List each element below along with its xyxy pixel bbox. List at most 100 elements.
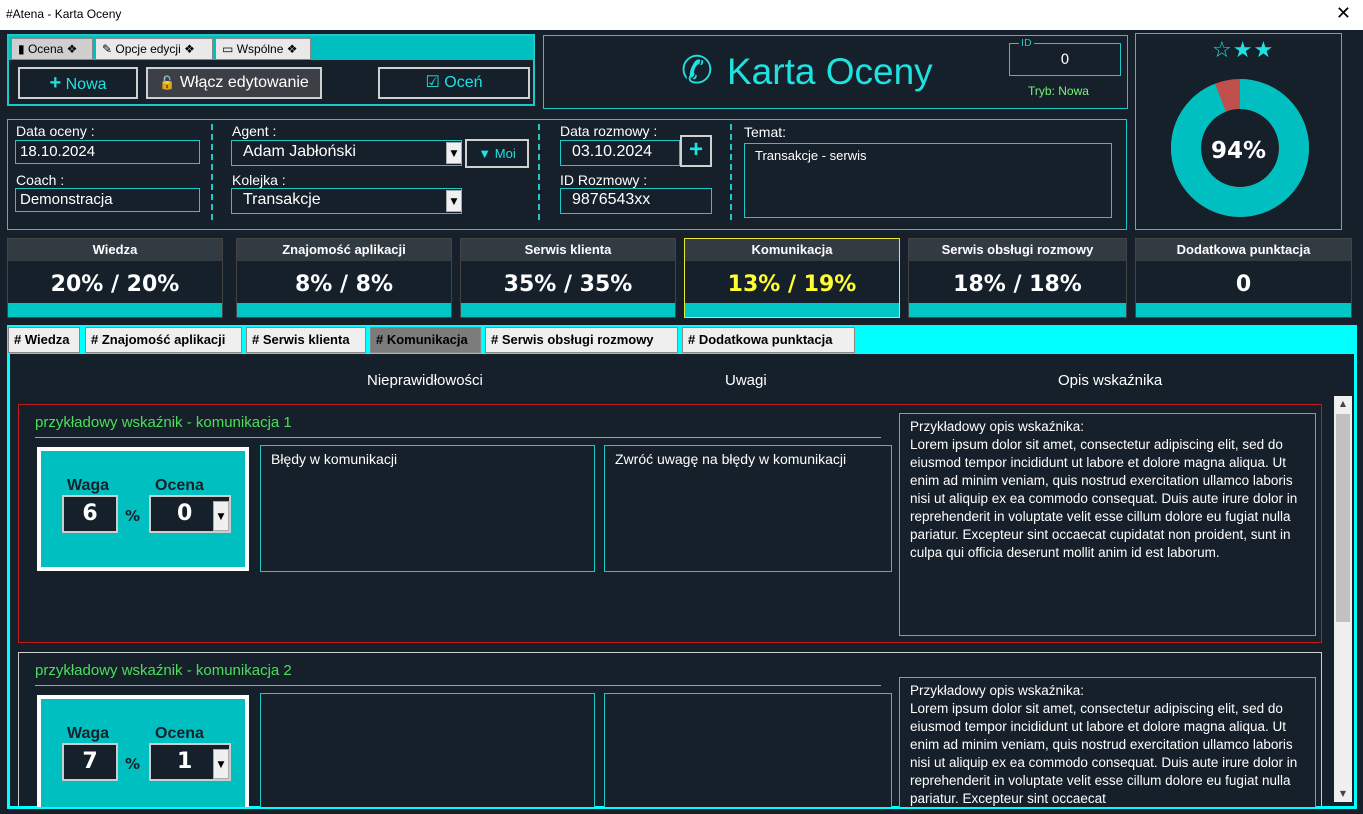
title-underline [35, 685, 881, 686]
call-id-input[interactable]: 9876543xx [560, 188, 712, 214]
chevron-down-icon[interactable]: ▼ [213, 749, 229, 779]
card-value: 35% / 35% [503, 272, 633, 297]
card-wiedza: Wiedza 20% / 20% [7, 238, 223, 318]
coach-input[interactable]: Demonstracja [15, 188, 200, 212]
card-bar [8, 303, 222, 317]
rate-button-label: Oceń [444, 74, 483, 91]
scrollbar-thumb[interactable] [1336, 414, 1350, 622]
unlock-icon: 🔓 [159, 75, 176, 90]
score-percent: 94% [1210, 138, 1267, 164]
percent-sign: % [125, 507, 141, 525]
column-header-desc: Opis wskaźnika [1058, 372, 1163, 389]
issues-field[interactable] [260, 693, 595, 807]
queue-select[interactable]: Transakcje [231, 188, 462, 214]
rate-button[interactable]: ☑ Oceń [378, 67, 530, 99]
date-input[interactable]: 18.10.2024 [15, 140, 200, 164]
chevron-down-icon[interactable]: ▼ [446, 190, 462, 212]
tab-dodatkowa-punktacja[interactable]: # Dodatkowa punktacja [682, 327, 855, 353]
notes-field[interactable] [604, 693, 892, 807]
card-znajomosc-aplikacji: Znajomość aplikacji 8% / 8% [236, 238, 452, 318]
indicator-card: przykładowy wskaźnik - komunikacja 1 Wag… [18, 404, 1322, 643]
notes-field[interactable]: Zwróć uwagę na błędy w komunikacji [604, 445, 892, 572]
indicator-description: Przykładowy opis wskaźnika: Lorem ipsum … [899, 677, 1316, 807]
divider [538, 124, 540, 220]
title-underline [35, 437, 881, 438]
card-bar [685, 303, 899, 317]
card-value: 8% / 8% [294, 272, 394, 297]
ocena-label: Ocena [155, 477, 204, 494]
card-title: Komunikacja [685, 239, 899, 261]
card-title: Dodatkowa punktacja [1136, 239, 1351, 261]
indicator-title: przykładowy wskaźnik - komunikacja 2 [35, 662, 292, 679]
id-field: ID 0 [1009, 38, 1121, 76]
card-bar [461, 303, 675, 317]
card-serwis-klienta: Serwis klienta 35% / 35% [460, 238, 676, 318]
tab-ocena[interactable]: ▮ Ocena ❖ [11, 38, 93, 60]
new-button-label: Nowa [65, 76, 107, 93]
chevron-down-icon[interactable]: ▼ [446, 142, 462, 164]
queue-label: Kolejka : [232, 172, 286, 188]
card-dodatkowa-punktacja: Dodatkowa punktacja 0 [1135, 238, 1352, 318]
indicator-description: Przykładowy opis wskaźnika: Lorem ipsum … [899, 413, 1316, 636]
issues-field[interactable]: Błędy w komunikacji [260, 445, 595, 572]
chevron-down-icon[interactable]: ▼ [213, 501, 229, 531]
tab-wspolne[interactable]: ▭ Wspólne ❖ [215, 38, 311, 60]
scroll-down-icon[interactable]: ▼ [1334, 786, 1352, 802]
tab-opcje-edycji-label: Opcje edycji ❖ [115, 42, 195, 56]
card-bar [1136, 303, 1351, 317]
coach-label: Coach : [16, 172, 65, 188]
weight-value[interactable]: 7 [62, 743, 118, 781]
page-title: Karta Oceny [727, 51, 933, 92]
clipboard-icon: ▮ [18, 42, 25, 56]
agent-select[interactable]: Adam Jabłoński [231, 140, 462, 166]
weight-score-box: Waga Ocena 7 % 1 ▼ [37, 695, 249, 807]
edit-icon: ✎ [102, 42, 113, 56]
header-panel: ✆ Karta Oceny ID 0 Tryb: Nowa [543, 35, 1128, 109]
card-value: 0 [1235, 272, 1252, 297]
topic-label: Temat: [744, 124, 787, 140]
card-title: Serwis obsługi rozmowy [909, 239, 1126, 261]
card-title: Serwis klienta [461, 239, 675, 261]
plus-icon: + [49, 72, 62, 94]
scroll-up-icon[interactable]: ▲ [1334, 396, 1352, 412]
tab-znajomosc-aplikacji[interactable]: # Znajomość aplikacji [85, 327, 242, 353]
waga-label: Waga [67, 725, 110, 742]
tab-serwis-obslugi-rozmowy[interactable]: # Serwis obsługi rozmowy [485, 327, 678, 353]
agent-label: Agent : [232, 123, 277, 139]
date-label: Data oceny : [16, 123, 95, 139]
mode-status: Tryb: Nowa [1028, 84, 1089, 98]
add-date-button[interactable]: + [680, 135, 712, 167]
tab-serwis-klienta[interactable]: # Serwis klienta [246, 327, 366, 353]
call-date-input[interactable]: 03.10.2024 [560, 140, 680, 166]
weight-value[interactable]: 6 [62, 495, 118, 533]
phone-icon: ✆ [681, 48, 713, 92]
vertical-scrollbar[interactable]: ▲ ▼ [1334, 396, 1352, 802]
topic-input[interactable]: Transakcje - serwis [744, 143, 1112, 218]
score-panel: ☆★★ 94% [1135, 33, 1342, 230]
tab-wiedza[interactable]: # Wiedza [8, 327, 80, 353]
folder-icon: ▭ [222, 42, 234, 56]
checkbox-icon: ☑ [425, 74, 440, 91]
moi-button[interactable]: ▼ Moi [465, 139, 529, 168]
card-value: 13% / 19% [727, 272, 857, 297]
indicator-title: przykładowy wskaźnik - komunikacja 1 [35, 414, 292, 431]
card-title: Znajomość aplikacji [237, 239, 451, 261]
close-icon[interactable]: ✕ [1336, 3, 1351, 24]
window-title: #Atena - Karta Oceny [6, 7, 122, 21]
card-title: Wiedza [8, 239, 222, 261]
card-komunikacja: Komunikacja 13% / 19% [684, 238, 900, 318]
card-serwis-obslugi-rozmowy: Serwis obsługi rozmowy 18% / 18% [908, 238, 1127, 318]
enable-edit-button[interactable]: 🔓 Włącz edytowanie [146, 67, 322, 99]
tab-ocena-label: Ocena ❖ [27, 42, 78, 56]
tab-komunikacja[interactable]: # Komunikacja [370, 327, 481, 353]
divider [730, 124, 732, 220]
tab-wspolne-label: Wspólne ❖ [236, 42, 298, 56]
id-label: ID [1019, 38, 1034, 49]
call-date-label: Data rozmowy : [560, 123, 658, 139]
new-button[interactable]: + Nowa [18, 67, 138, 99]
toolbar: ▮ Ocena ❖ ✎ Opcje edycji ❖ ▭ Wspólne ❖ +… [7, 34, 535, 106]
tab-opcje-edycji[interactable]: ✎ Opcje edycji ❖ [95, 38, 213, 60]
star-rating-icon: ☆★★ [1212, 38, 1275, 63]
card-bar [909, 303, 1126, 317]
call-id-label: ID Rozmowy : [560, 172, 648, 188]
